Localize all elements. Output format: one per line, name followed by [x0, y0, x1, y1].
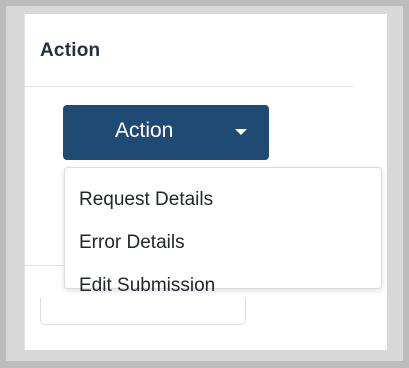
- action-dropdown-menu: Request Details Error Details Edit Submi…: [64, 167, 382, 296]
- row-divider: [24, 265, 68, 266]
- action-button-label: Action: [115, 119, 174, 142]
- menu-item-edit-submission[interactable]: Edit Submission: [79, 275, 215, 297]
- action-dropdown-button[interactable]: Action: [63, 105, 269, 160]
- caret-down-icon: [235, 129, 247, 135]
- menu-item-request-details[interactable]: Request Details: [79, 189, 213, 211]
- underlying-button-edge: [40, 298, 246, 325]
- menu-item-error-details[interactable]: Error Details: [79, 232, 185, 254]
- header-divider: [24, 86, 354, 87]
- column-header-action: Action: [40, 40, 101, 61]
